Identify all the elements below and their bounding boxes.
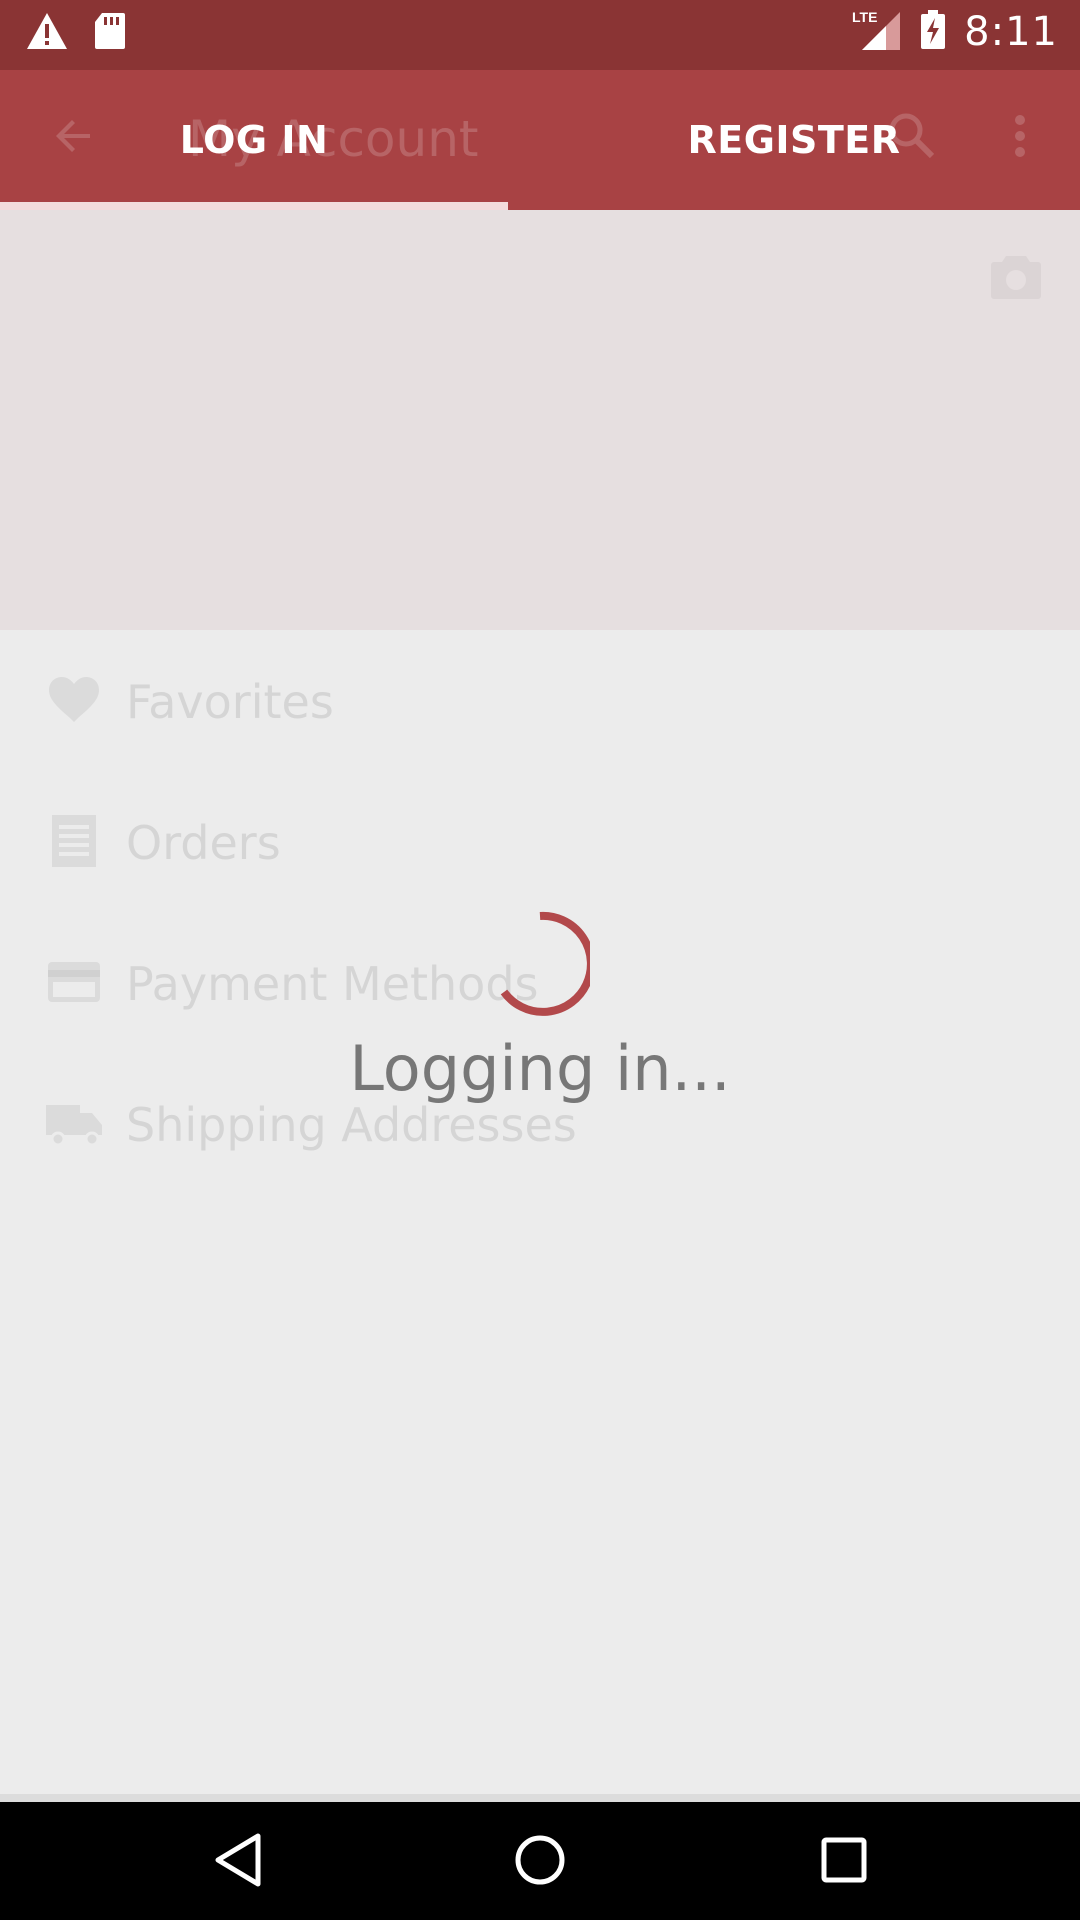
loading-spinner [490,908,595,1022]
list-item-label: Shipping Addresses [126,1098,577,1152]
clock: 8:11 [964,9,1058,55]
sd-card-icon [94,12,126,54]
divider [0,1794,1080,1802]
tab-indicator [0,202,508,210]
list-item-orders[interactable]: Orders [0,793,1080,893]
nav-home-icon[interactable] [510,1830,570,1894]
signal-icon: LTE [852,8,902,56]
credit-card-icon [46,954,102,1010]
profile-header [0,210,1080,630]
navigation-bar [0,1802,1080,1920]
warning-icon [26,12,68,54]
list-item-label: Payment Methods [126,957,539,1011]
nav-recents-icon[interactable] [814,1830,874,1894]
loading-message: Logging in... [349,1032,731,1105]
list-item-label: Orders [126,816,281,870]
camera-icon[interactable] [990,254,1042,304]
nav-back-icon[interactable] [208,1830,268,1894]
list-item-label: Favorites [126,675,334,729]
status-bar: LTE 8:11 [0,0,1080,70]
list-item-favorites[interactable]: Favorites [0,652,1080,752]
tab-log-in[interactable]: LOG IN [0,70,508,210]
heart-icon [46,672,102,728]
battery-charging-icon [920,10,946,54]
receipt-icon [46,813,102,869]
network-type-label: LTE [852,9,877,25]
tab-register[interactable]: REGISTER [540,70,1048,210]
